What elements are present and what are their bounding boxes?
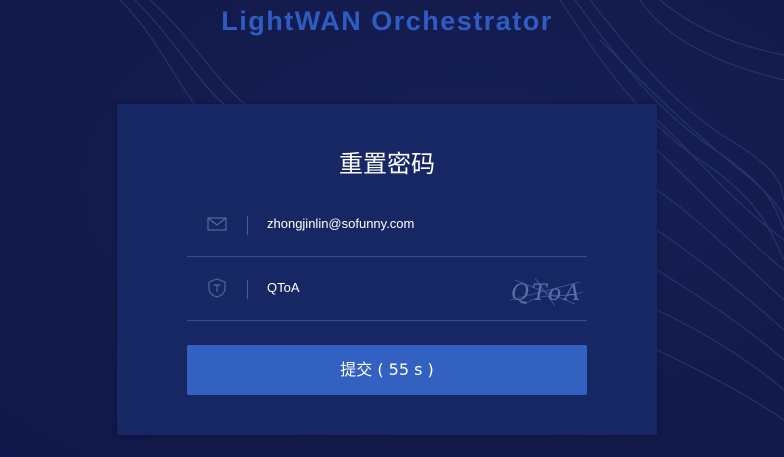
field-separator (247, 280, 248, 299)
card-title: 重置密码 (339, 150, 435, 178)
mail-icon (207, 217, 227, 231)
email-field[interactable]: zhongjinlin@sofunny.com (267, 216, 487, 231)
captcha-image[interactable]: QToA (505, 270, 585, 310)
submit-button[interactable]: 提交 ( 55 s ) (187, 345, 587, 395)
shield-t-icon (208, 278, 226, 298)
captcha-field-row: QToA QToA (187, 256, 587, 321)
app-title: LightWAN Orchestrator (221, 6, 553, 36)
captcha-image-text: QToA (511, 281, 583, 306)
captcha-input[interactable]: QToA (267, 280, 487, 295)
email-field-row: zhongjinlin@sofunny.com (187, 192, 587, 257)
reset-password-card: 重置密码 zhongjinlin@sofunny.com QToA QToA 提… (117, 104, 657, 435)
login-page: LightWAN Orchestrator 重置密码 zhongjinlin@s… (0, 0, 784, 457)
field-separator (247, 216, 248, 235)
